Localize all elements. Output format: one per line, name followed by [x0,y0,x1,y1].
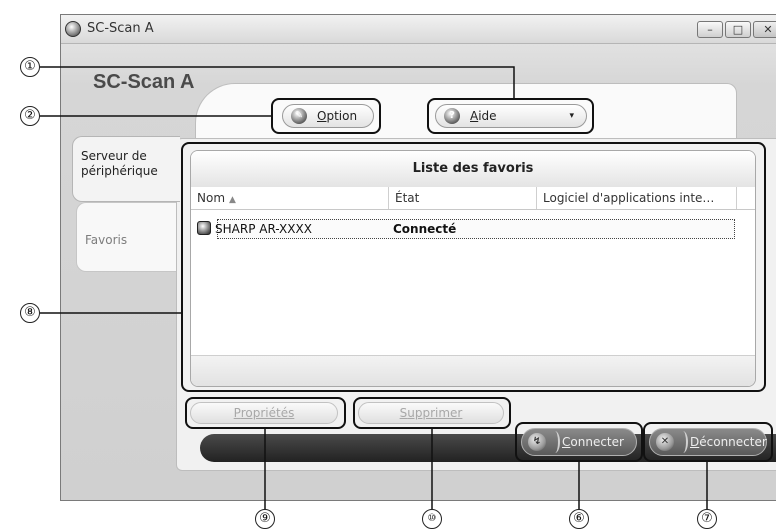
callout-2: ② [20,106,40,126]
callout-8: ⑧ [20,303,40,323]
callout-6: ⑥ [569,509,589,529]
callout-1: ① [20,57,40,77]
callout-9: ⑨ [255,509,275,529]
callout-7: ⑦ [697,509,717,529]
callout-lines [40,66,708,509]
callout-10: ⑩ [422,509,442,529]
